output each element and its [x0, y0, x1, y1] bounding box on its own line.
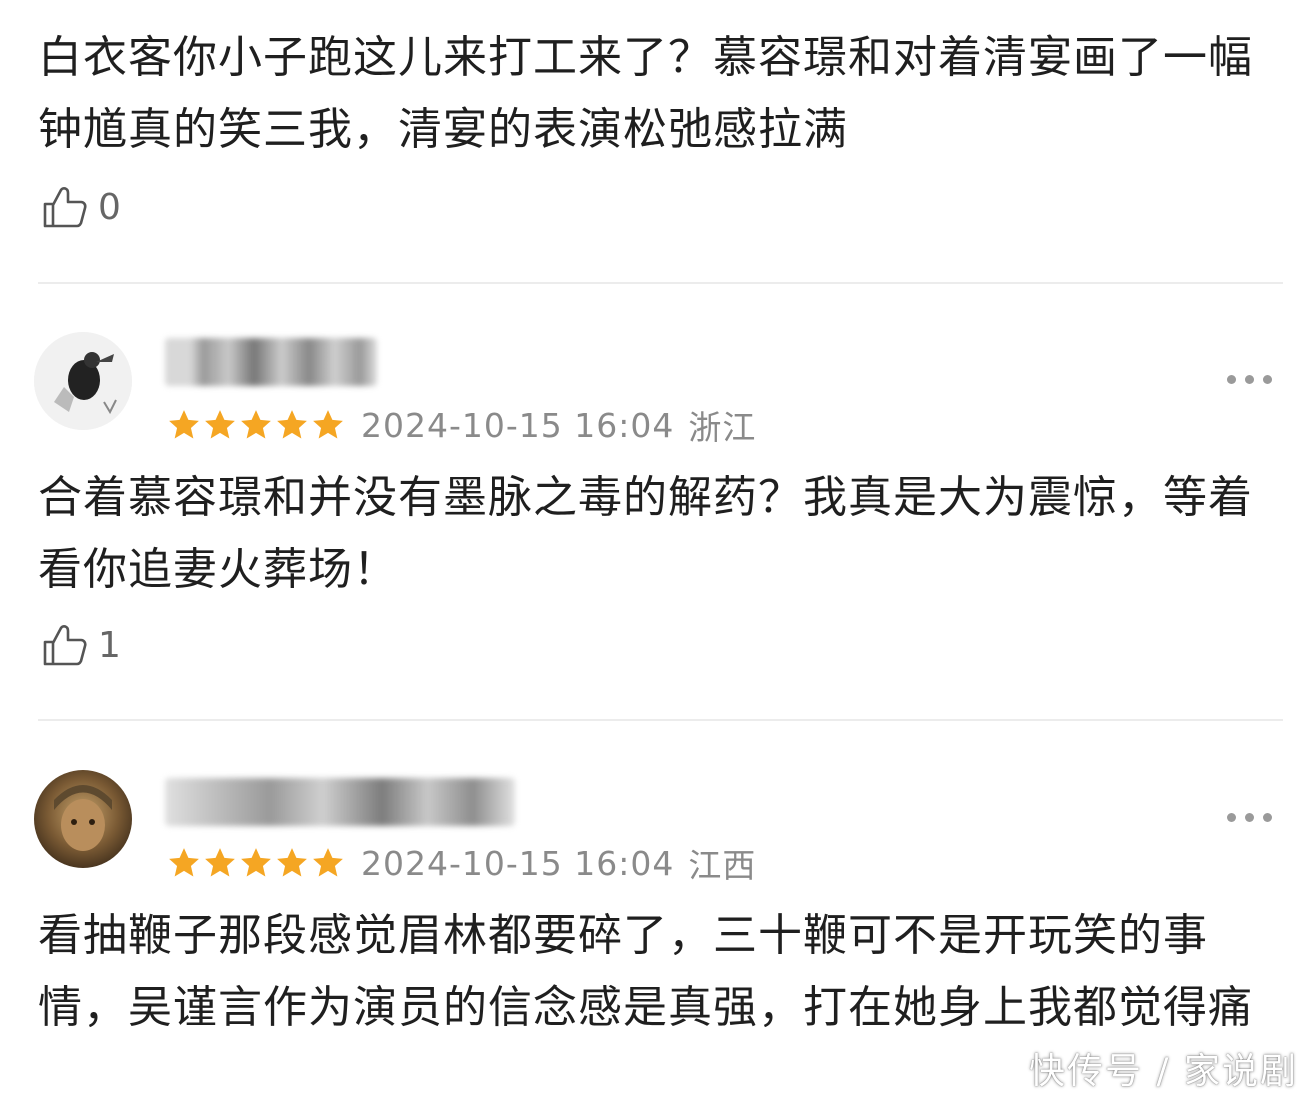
- comment-meta: 2024-10-15 16:04 江西: [167, 839, 756, 887]
- avatar-image: [34, 332, 132, 430]
- like-button[interactable]: 0: [40, 182, 121, 232]
- more-dots-icon[interactable]: [1227, 813, 1272, 822]
- like-count: 0: [98, 186, 121, 228]
- star-icon: [241, 410, 271, 439]
- username-blurred[interactable]: [165, 778, 515, 826]
- avatar[interactable]: [34, 770, 132, 868]
- star-icon: [277, 410, 307, 439]
- comment-text: 合着慕容璟和并没有墨脉之毒的解药？我真是大为震惊，等着看你追妻火葬场！: [38, 472, 1253, 595]
- star-icon: [313, 848, 343, 877]
- like-count: 1: [98, 624, 121, 666]
- comment-location: 江西: [688, 846, 757, 885]
- avatar[interactable]: [34, 332, 132, 430]
- like-button[interactable]: 1: [40, 620, 121, 670]
- divider: [38, 719, 1283, 721]
- comment-location: 浙江: [688, 408, 757, 447]
- comment-date: 2024-10-15 16:04: [361, 405, 675, 445]
- star-icon: [277, 848, 307, 877]
- avatar-image: [34, 770, 132, 868]
- comment-text: 看抽鞭子那段感觉眉林都要碎了，三十鞭可不是开玩笑的事情，吴谨言作为演员的信念感是…: [38, 910, 1253, 1033]
- rating-stars: [167, 846, 347, 880]
- comment-date: 2024-10-15 16:04: [361, 843, 675, 883]
- divider: [38, 282, 1283, 284]
- star-icon: [241, 848, 271, 877]
- username-blurred[interactable]: [165, 338, 377, 386]
- thumbs-up-icon: [43, 625, 87, 666]
- star-icon: [169, 410, 199, 439]
- thumbs-up-icon: [43, 187, 87, 228]
- rating-stars: [167, 408, 347, 442]
- star-icon: [205, 848, 235, 877]
- more-dots-icon[interactable]: [1227, 375, 1272, 384]
- comment-text: 白衣客你小子跑这儿来打工来了？慕容璟和对着清宴画了一幅钟馗真的笑三我，清宴的表演…: [38, 32, 1253, 155]
- star-icon: [313, 410, 343, 439]
- star-icon: [205, 410, 235, 439]
- watermark: 快传号 / 家说剧: [1028, 1051, 1298, 1092]
- comment-meta: 2024-10-15 16:04 浙江: [167, 401, 756, 449]
- star-icon: [169, 848, 199, 877]
